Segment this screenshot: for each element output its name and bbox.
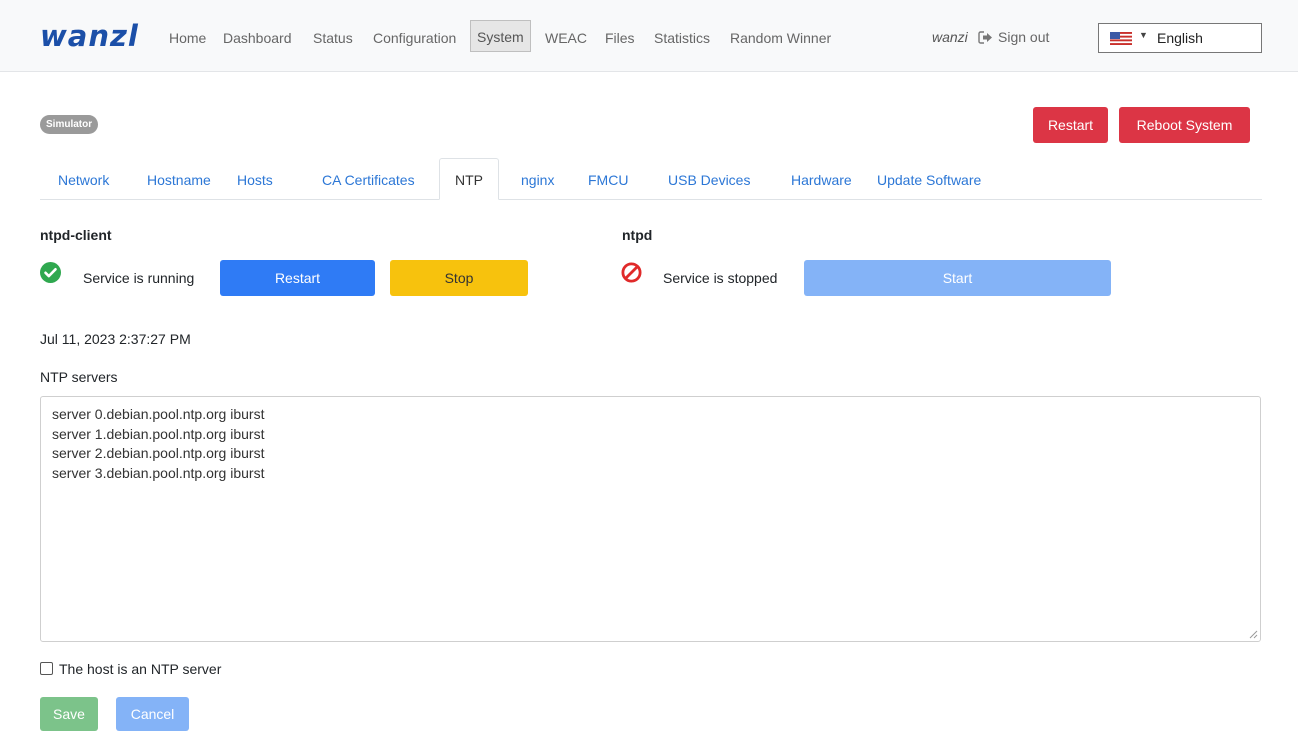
restart-button[interactable]: Restart xyxy=(1033,107,1108,143)
ntp-server-checkbox[interactable] xyxy=(40,662,53,675)
reboot-system-button[interactable]: Reboot System xyxy=(1119,107,1250,143)
nav-system[interactable]: System xyxy=(470,20,531,52)
check-circle-icon xyxy=(40,262,61,283)
current-time: Jul 11, 2023 2:37:27 PM xyxy=(40,331,191,347)
ntp-server-line: server 0.debian.pool.ntp.org iburst xyxy=(52,406,265,422)
sign-out-link[interactable]: Sign out xyxy=(978,29,1049,45)
client-status-text: Service is running xyxy=(83,270,195,286)
ntp-servers-label: NTP servers xyxy=(40,369,118,385)
ntp-server-checkbox-row[interactable]: The host is an NTP server xyxy=(40,661,221,677)
tab-network[interactable]: Network xyxy=(58,171,109,189)
sign-out-icon xyxy=(978,31,992,44)
cancel-button[interactable]: Cancel xyxy=(116,697,189,731)
language-label: English xyxy=(1157,30,1203,46)
ntpd-client-title: ntpd-client xyxy=(40,227,112,243)
ntp-server-checkbox-label: The host is an NTP server xyxy=(59,661,222,677)
nav-home[interactable]: Home xyxy=(169,28,206,48)
restart-client-button[interactable]: Restart xyxy=(220,260,375,296)
ban-icon xyxy=(621,262,642,283)
tab-update-software[interactable]: Update Software xyxy=(877,171,981,189)
nav-statistics[interactable]: Statistics xyxy=(654,28,710,48)
tab-fmcu[interactable]: FMCU xyxy=(588,171,628,189)
ntpd-status-text: Service is stopped xyxy=(663,270,778,286)
ntp-server-line: server 3.debian.pool.ntp.org iburst xyxy=(52,464,265,481)
language-select[interactable]: ▼ English xyxy=(1098,23,1262,53)
sign-out-label: Sign out xyxy=(998,29,1050,45)
nav-configuration[interactable]: Configuration xyxy=(373,28,456,48)
tab-hosts[interactable]: Hosts xyxy=(237,171,273,189)
nav-status[interactable]: Status xyxy=(313,28,353,48)
nav-dashboard[interactable]: Dashboard xyxy=(223,28,292,48)
tab-hostname[interactable]: Hostname xyxy=(147,171,211,189)
ntpd-title: ntpd xyxy=(622,227,653,243)
tab-nginx[interactable]: nginx xyxy=(521,171,554,189)
wanzl-logo[interactable]: wanzl xyxy=(40,21,139,51)
tab-ca-certificates[interactable]: CA Certificates xyxy=(322,171,415,189)
stop-client-button[interactable]: Stop xyxy=(390,260,528,296)
save-button[interactable]: Save xyxy=(40,697,98,731)
resize-handle-icon[interactable] xyxy=(1249,630,1258,639)
chevron-down-icon: ▼ xyxy=(1139,30,1148,40)
nav-weac[interactable]: WEAC xyxy=(545,28,587,48)
top-navbar: wanzl Home Dashboard Status Configuratio… xyxy=(0,0,1298,72)
start-ntpd-button[interactable]: Start xyxy=(804,260,1111,296)
tab-ntp[interactable]: NTP xyxy=(439,158,499,200)
nav-files[interactable]: Files xyxy=(605,28,635,48)
us-flag-icon xyxy=(1110,32,1132,45)
nav-random-winner[interactable]: Random Winner xyxy=(730,28,831,48)
simulator-badge: Simulator xyxy=(40,115,99,134)
ntp-server-line: server 1.debian.pool.ntp.org iburst xyxy=(52,425,265,442)
tab-hardware[interactable]: Hardware xyxy=(791,171,852,189)
tab-usb-devices[interactable]: USB Devices xyxy=(668,171,750,189)
ntp-server-line: server 2.debian.pool.ntp.org iburst xyxy=(52,445,265,461)
username: wanzi xyxy=(932,29,968,45)
ntp-servers-textarea[interactable]: server 0.debian.pool.ntp.org iburst serv… xyxy=(40,396,1261,642)
system-tabs: Network Hostname Hosts CA Certificates N… xyxy=(40,158,1262,200)
